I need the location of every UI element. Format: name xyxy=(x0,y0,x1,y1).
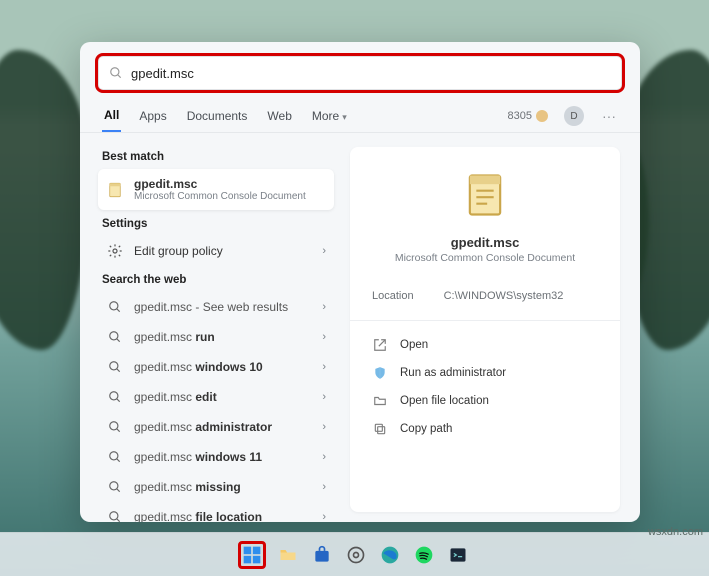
search-input[interactable]: gpedit.msc xyxy=(98,56,622,90)
action-run-admin[interactable]: Run as administrator xyxy=(372,359,598,387)
detail-title: gpedit.msc xyxy=(372,235,598,250)
settings-result[interactable]: Edit group policy › xyxy=(98,236,334,266)
windows-icon xyxy=(242,545,262,565)
taskbar xyxy=(0,532,709,576)
taskbar-spotify[interactable] xyxy=(410,541,438,569)
section-search-web: Search the web xyxy=(102,274,330,286)
chevron-right-icon: › xyxy=(322,361,326,373)
section-settings: Settings xyxy=(102,218,330,230)
detail-location-value: C:\WINDOWS\system32 xyxy=(444,290,564,302)
more-menu[interactable]: ··· xyxy=(600,108,618,124)
tab-web[interactable]: Web xyxy=(265,101,293,131)
tab-more[interactable]: More▾ xyxy=(310,101,349,131)
chevron-right-icon: › xyxy=(322,301,326,313)
search-icon xyxy=(106,298,124,316)
results-list: Best match gpedit.msc Microsoft Common C… xyxy=(80,133,340,522)
best-match-result[interactable]: gpedit.msc Microsoft Common Console Docu… xyxy=(98,169,334,210)
search-icon xyxy=(109,66,123,80)
filter-tabs: All Apps Documents Web More▾ 8305 D ··· xyxy=(80,94,640,133)
chevron-right-icon: › xyxy=(322,391,326,403)
terminal-icon xyxy=(448,545,468,565)
detail-location-label: Location xyxy=(372,290,414,302)
rewards-points[interactable]: 8305 xyxy=(508,110,548,122)
spotify-icon xyxy=(414,545,434,565)
web-result[interactable]: gpedit.msc windows 11› xyxy=(98,442,334,472)
detail-subtitle: Microsoft Common Console Document xyxy=(372,252,598,264)
web-result[interactable]: gpedit.msc file location› xyxy=(98,502,334,522)
folder-icon xyxy=(372,393,388,409)
web-result[interactable]: gpedit.msc missing› xyxy=(98,472,334,502)
taskbar-store[interactable] xyxy=(308,541,336,569)
search-icon xyxy=(106,328,124,346)
web-result[interactable]: gpedit.msc administrator› xyxy=(98,412,334,442)
user-avatar[interactable]: D xyxy=(564,106,584,126)
chevron-right-icon: › xyxy=(322,421,326,433)
chevron-right-icon: › xyxy=(322,331,326,343)
web-result[interactable]: gpedit.msc edit› xyxy=(98,382,334,412)
tab-documents[interactable]: Documents xyxy=(185,101,250,131)
web-result[interactable]: gpedit.msc run› xyxy=(98,322,334,352)
action-open-location[interactable]: Open file location xyxy=(372,387,598,415)
chevron-right-icon: › xyxy=(322,481,326,493)
chevron-right-icon: › xyxy=(322,511,326,522)
start-search-panel: gpedit.msc All Apps Documents Web More▾ … xyxy=(80,42,640,522)
watermark: wsxdn.com xyxy=(648,526,703,538)
best-match-subtitle: Microsoft Common Console Document xyxy=(134,191,306,202)
action-open[interactable]: Open xyxy=(372,331,598,359)
tab-apps[interactable]: Apps xyxy=(137,101,168,131)
chevron-right-icon: › xyxy=(322,245,326,257)
best-match-title: gpedit.msc xyxy=(134,177,306,191)
copy-icon xyxy=(372,421,388,437)
folder-icon xyxy=(278,545,298,565)
taskbar-edge[interactable] xyxy=(376,541,404,569)
chevron-right-icon: › xyxy=(322,451,326,463)
taskbar-start-button[interactable] xyxy=(238,541,266,569)
action-copy-path[interactable]: Copy path xyxy=(372,415,598,443)
medal-icon xyxy=(536,110,548,122)
section-best-match: Best match xyxy=(102,151,330,163)
search-input-value: gpedit.msc xyxy=(131,66,194,81)
document-icon xyxy=(106,181,124,199)
search-icon xyxy=(106,508,124,522)
gear-icon xyxy=(346,545,366,565)
web-result[interactable]: gpedit.msc windows 10› xyxy=(98,352,334,382)
search-icon xyxy=(106,388,124,406)
search-icon xyxy=(106,478,124,496)
tab-all[interactable]: All xyxy=(102,100,121,132)
search-icon xyxy=(106,448,124,466)
web-result[interactable]: gpedit.msc - See web results› xyxy=(98,292,334,322)
detail-document-icon xyxy=(459,169,511,221)
taskbar-settings[interactable] xyxy=(342,541,370,569)
detail-card: gpedit.msc Microsoft Common Console Docu… xyxy=(350,147,620,512)
store-icon xyxy=(312,545,332,565)
open-icon xyxy=(372,337,388,353)
taskbar-explorer[interactable] xyxy=(274,541,302,569)
gear-icon xyxy=(106,242,124,260)
edge-icon xyxy=(380,545,400,565)
search-icon xyxy=(106,418,124,436)
shield-icon xyxy=(372,365,388,381)
taskbar-terminal[interactable] xyxy=(444,541,472,569)
search-icon xyxy=(106,358,124,376)
